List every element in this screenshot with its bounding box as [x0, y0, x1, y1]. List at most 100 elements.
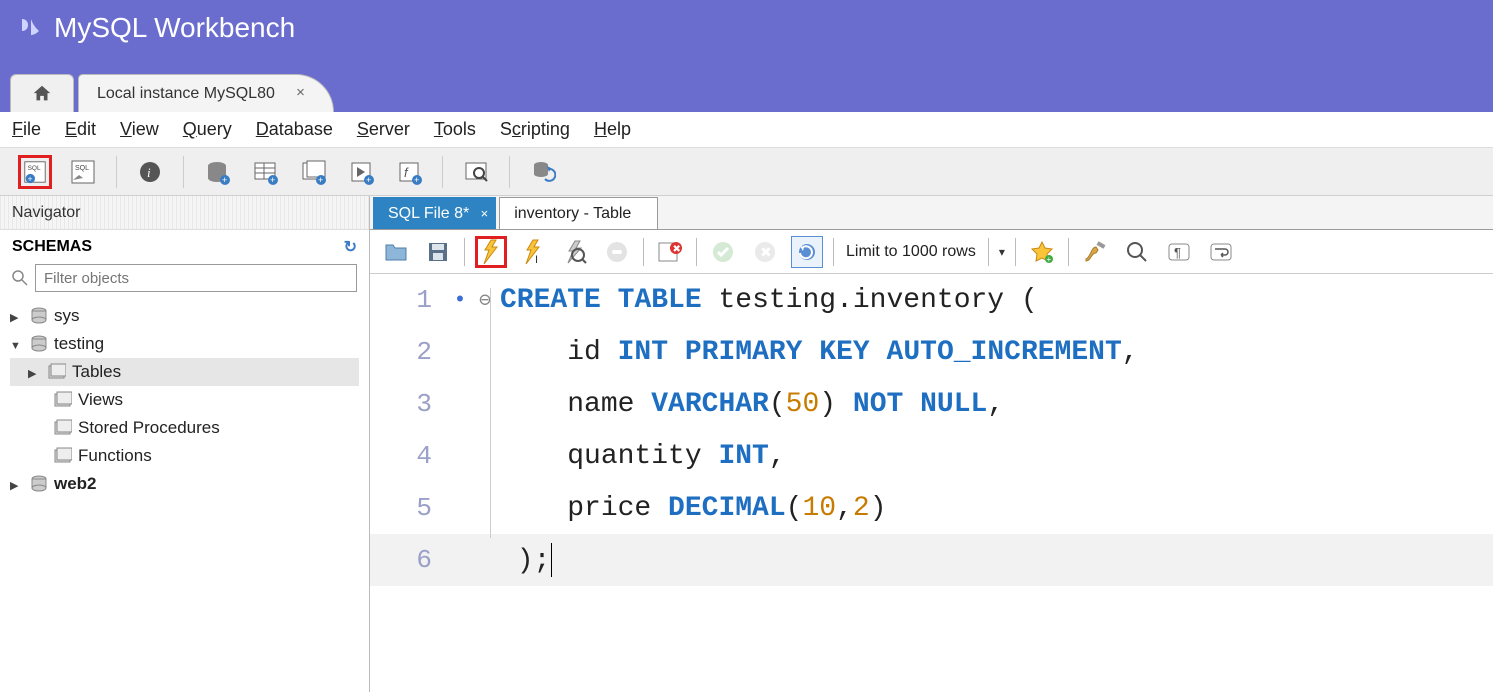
toolbar-divider: [464, 238, 465, 266]
create-view-button[interactable]: +: [296, 155, 330, 189]
code-line-2: id INT PRIMARY KEY AUTO_INCREMENT,: [500, 337, 1139, 368]
menu-query[interactable]: Query: [183, 119, 232, 140]
limit-rows-dropdown[interactable]: ▾: [999, 245, 1005, 259]
close-icon[interactable]: ×: [481, 206, 489, 221]
search-icon: [12, 270, 28, 286]
folder-functions-icon: [54, 447, 72, 465]
autocommit-button[interactable]: [791, 236, 823, 268]
app-title: MySQL Workbench: [54, 12, 295, 44]
schema-web2[interactable]: web2: [10, 470, 359, 498]
code-line-6: );: [500, 543, 552, 577]
toolbar-divider: [442, 156, 443, 188]
menu-database[interactable]: Database: [256, 119, 333, 140]
search-table-data-button[interactable]: [459, 155, 493, 189]
database-icon: [30, 307, 48, 325]
title-bar: MySQL Workbench: [0, 0, 1493, 56]
line-number: 3: [370, 389, 450, 419]
invisible-chars-button[interactable]: ¶: [1163, 236, 1195, 268]
svg-text:+: +: [414, 175, 419, 185]
editor-area: SQL File 8*× inventory - Table I ✖ ✖ Lim…: [370, 196, 1493, 692]
line-number: 4: [370, 441, 450, 471]
toolbar-divider: [1015, 238, 1016, 266]
line-number: 2: [370, 337, 450, 367]
create-schema-button[interactable]: +: [200, 155, 234, 189]
workarea: Navigator SCHEMAS ↻ sys testing Tables V…: [0, 196, 1493, 692]
schema-sys[interactable]: sys: [10, 302, 359, 330]
svg-text:+: +: [1046, 255, 1051, 263]
refresh-icon[interactable]: ↻: [344, 237, 357, 257]
schemas-label: SCHEMAS: [12, 238, 92, 256]
menu-help[interactable]: Help: [594, 119, 631, 140]
connection-tab-label: Local instance MySQL80: [97, 85, 275, 103]
svg-text:i: i: [147, 165, 151, 180]
toolbar-divider: [509, 156, 510, 188]
database-icon: [30, 335, 48, 353]
favorite-button[interactable]: +: [1026, 236, 1058, 268]
navigator-panel: Navigator SCHEMAS ↻ sys testing Tables V…: [0, 196, 370, 692]
fold-guide: [490, 288, 491, 538]
menu-bar: File Edit View Query Database Server Too…: [0, 112, 1493, 148]
tab-inventory-table[interactable]: inventory - Table: [499, 197, 658, 229]
create-table-button[interactable]: +: [248, 155, 282, 189]
svg-text:+: +: [28, 173, 33, 183]
toolbar-divider: [833, 238, 834, 266]
text-cursor: [551, 543, 552, 577]
beautify-button[interactable]: [1079, 236, 1111, 268]
menu-scripting[interactable]: Scripting: [500, 119, 570, 140]
toolbar-divider: [988, 238, 989, 266]
toolbar-divider: [1068, 238, 1069, 266]
commit-button[interactable]: [707, 236, 739, 268]
database-icon: [30, 475, 48, 493]
close-icon[interactable]: ×: [296, 84, 305, 101]
sql-editor[interactable]: 1 • ⊖ CREATE TABLE testing.inventory ( 2…: [370, 274, 1493, 692]
reconnect-button[interactable]: [526, 155, 560, 189]
wrap-button[interactable]: [1205, 236, 1237, 268]
line-number: 1: [370, 285, 450, 315]
svg-text:✖: ✖: [673, 244, 681, 255]
svg-text:I: I: [535, 254, 538, 265]
menu-view[interactable]: View: [120, 119, 159, 140]
open-file-button[interactable]: [380, 236, 412, 268]
tab-sql-file-8[interactable]: SQL File 8*×: [373, 197, 496, 229]
svg-text:✖: ✖: [760, 244, 772, 260]
save-button[interactable]: [422, 236, 454, 268]
filter-objects-input[interactable]: [35, 264, 357, 292]
menu-edit[interactable]: Edit: [65, 119, 96, 140]
connection-tab[interactable]: Local instance MySQL80 ×: [78, 74, 334, 112]
rollback-button[interactable]: ✖: [749, 236, 781, 268]
home-icon: [30, 83, 54, 105]
execute-current-button[interactable]: I: [517, 236, 549, 268]
create-procedure-button[interactable]: +: [344, 155, 378, 189]
tree-tables[interactable]: Tables: [10, 358, 359, 386]
toolbar-divider: [116, 156, 117, 188]
line-number: 5: [370, 493, 450, 523]
menu-server[interactable]: Server: [357, 119, 410, 140]
new-sql-tab-button[interactable]: SQL+: [18, 155, 52, 189]
menu-file[interactable]: File: [12, 119, 41, 140]
editor-toolbar: I ✖ ✖ Limit to 1000 rows ▾ + ¶: [370, 230, 1493, 274]
menu-tools[interactable]: Tools: [434, 119, 476, 140]
schema-testing[interactable]: testing: [10, 330, 359, 358]
explain-button[interactable]: [559, 236, 591, 268]
code-line-4: quantity INT,: [500, 441, 786, 472]
create-function-button[interactable]: f+: [392, 155, 426, 189]
fold-icon[interactable]: ⊖: [470, 287, 500, 313]
tree-functions[interactable]: Functions: [10, 442, 359, 470]
open-sql-script-button[interactable]: SQL: [66, 155, 100, 189]
stop-on-error-button[interactable]: ✖: [654, 236, 686, 268]
svg-text:+: +: [222, 175, 227, 185]
stop-button[interactable]: [601, 236, 633, 268]
svg-text:+: +: [270, 175, 275, 185]
find-button[interactable]: [1121, 236, 1153, 268]
app-logo-icon: [18, 16, 42, 40]
schema-search: [0, 261, 369, 300]
svg-text:+: +: [366, 175, 371, 185]
code-line-5: price DECIMAL(10,2): [500, 493, 887, 524]
tree-stored-procedures[interactable]: Stored Procedures: [10, 414, 359, 442]
code-line-1: CREATE TABLE testing.inventory (: [500, 285, 1038, 316]
execute-button[interactable]: [475, 236, 507, 268]
tree-views[interactable]: Views: [10, 386, 359, 414]
home-tab[interactable]: [10, 74, 74, 112]
navigator-title: Navigator: [0, 196, 369, 230]
inspector-button[interactable]: i: [133, 155, 167, 189]
